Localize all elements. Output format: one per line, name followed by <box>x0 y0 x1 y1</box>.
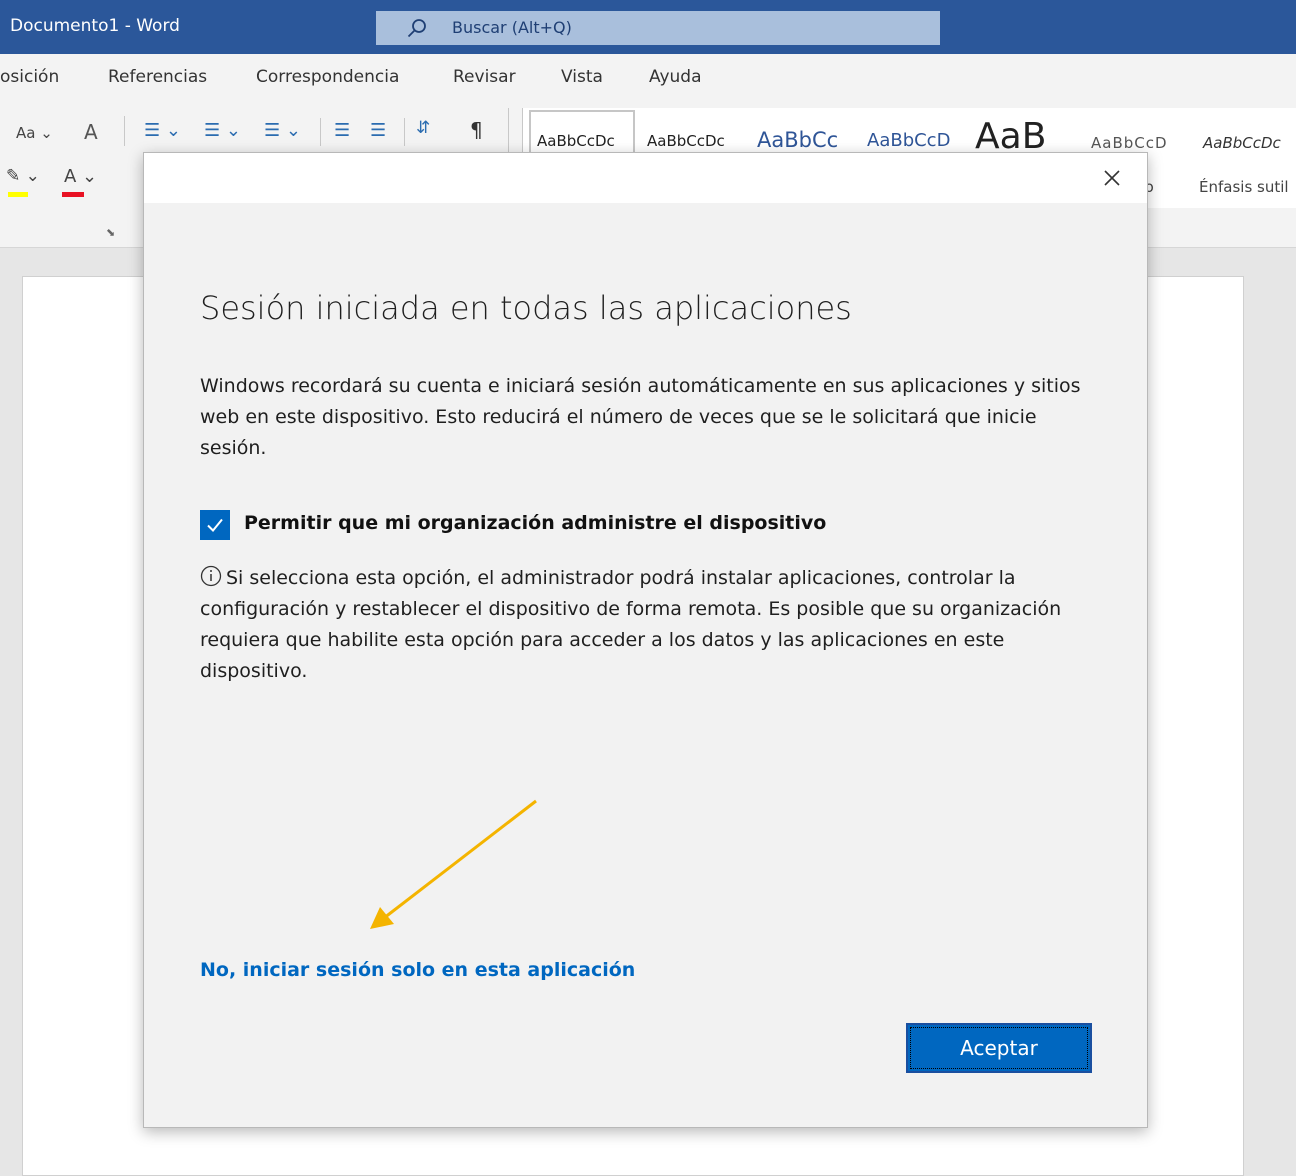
font-color-icon[interactable]: A ⌄ <box>64 166 97 187</box>
search-box[interactable]: Buscar (Alt+Q) <box>376 11 940 45</box>
close-button[interactable] <box>1095 161 1129 195</box>
info-text: Si selecciona esta opción, el administra… <box>200 567 1062 682</box>
clear-format-icon[interactable]: A <box>84 120 98 144</box>
numbering-icon[interactable]: ☰ ⌄ <box>204 120 241 141</box>
change-case-label: Aa <box>16 124 36 142</box>
sign-in-this-app-only-link[interactable]: No, iniciar sesión solo en esta aplicaci… <box>200 959 635 981</box>
ribbon-divider <box>404 118 405 146</box>
style-sample-heading1[interactable]: AaBbCc <box>757 128 838 152</box>
increase-indent-icon[interactable]: ☰ <box>370 120 386 141</box>
style-sample-subtitle[interactable]: AaBbCcD <box>1091 134 1168 152</box>
search-icon <box>407 19 426 38</box>
bullets-icon[interactable]: ☰ ⌄ <box>144 120 181 141</box>
highlight-icon[interactable]: ✎ ⌄ <box>6 166 40 186</box>
sign-in-dialog: Sesión iniciada en todas las aplicacione… <box>143 152 1148 1128</box>
sort-icon[interactable]: ⇵ <box>416 118 430 138</box>
tab-disposicion[interactable]: osición <box>0 67 59 87</box>
ribbon-divider <box>320 118 321 146</box>
ribbon-tabs: osición Referencias Correspondencia Revi… <box>0 54 1296 102</box>
manage-device-label[interactable]: Permitir que mi organización administre … <box>244 512 826 534</box>
tab-revisar[interactable]: Revisar <box>453 67 516 87</box>
tab-referencias[interactable]: Referencias <box>108 67 207 87</box>
manage-device-checkbox[interactable] <box>200 510 230 540</box>
style-sample-no-spacing[interactable]: AaBbCcDc <box>647 132 725 150</box>
style-sample-subtle-emphasis[interactable]: AaBbCcDc <box>1203 134 1281 152</box>
accept-button[interactable]: Aceptar <box>906 1023 1092 1073</box>
highlight-color-bar <box>8 192 28 197</box>
change-case-button[interactable]: Aa ⌄ <box>16 124 53 142</box>
close-icon <box>1104 170 1120 186</box>
search-placeholder: Buscar (Alt+Q) <box>452 18 572 37</box>
style-sample-normal[interactable]: AaBbCcDc <box>537 132 615 150</box>
show-formatting-icon[interactable]: ¶ <box>470 118 483 142</box>
ribbon-divider <box>124 116 125 146</box>
checkmark-icon <box>207 518 223 532</box>
font-color-bar <box>62 192 84 197</box>
font-dialog-launcher-icon[interactable]: ⬊ <box>106 226 115 239</box>
dialog-description: Windows recordará su cuenta e iniciará s… <box>200 375 1081 459</box>
style-sample-heading2[interactable]: AaBbCcD <box>867 130 950 151</box>
info-icon <box>200 565 222 587</box>
info-text-block: Si selecciona esta opción, el administra… <box>200 563 1080 687</box>
tab-correspondencia[interactable]: Correspondencia <box>256 67 399 87</box>
decrease-indent-icon[interactable]: ☰ <box>334 120 350 141</box>
dialog-header <box>144 153 1147 203</box>
window-title: Documento1 - Word <box>10 16 180 36</box>
title-bar: Documento1 - Word Buscar (Alt+Q) <box>0 0 1296 54</box>
style-name-subtle-emphasis: Énfasis sutil <box>1199 178 1289 196</box>
multilevel-list-icon[interactable]: ☰ ⌄ <box>264 120 301 141</box>
tab-vista[interactable]: Vista <box>561 67 603 87</box>
style-sample-title[interactable]: AaB <box>975 116 1046 157</box>
tab-ayuda[interactable]: Ayuda <box>649 67 702 87</box>
dialog-title: Sesión iniciada en todas las aplicacione… <box>200 289 852 327</box>
